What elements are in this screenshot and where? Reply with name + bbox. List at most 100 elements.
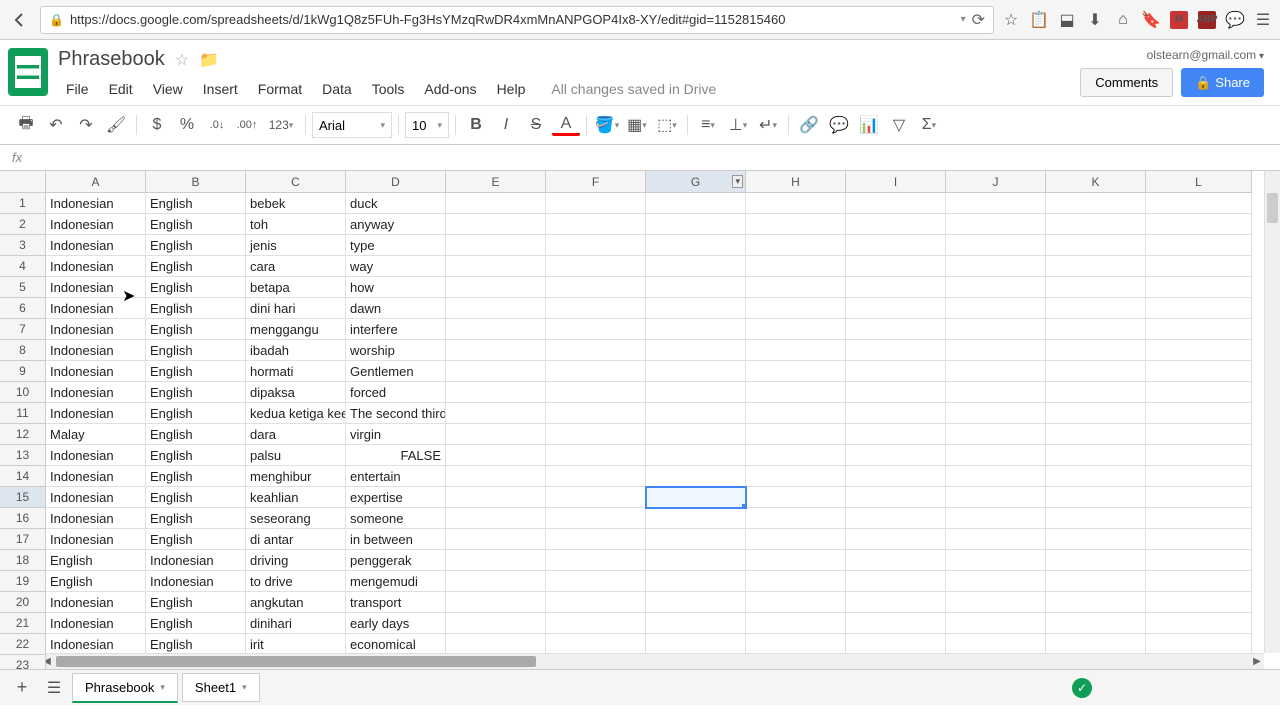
cell-K5[interactable] (1046, 277, 1146, 298)
hscroll-right-icon[interactable]: ▶ (1250, 654, 1264, 669)
menu-addons[interactable]: Add-ons (416, 77, 484, 101)
cell-K4[interactable] (1046, 256, 1146, 277)
column-header-A[interactable]: A (46, 171, 146, 193)
cell-C12[interactable]: dara (246, 424, 346, 445)
cell-G10[interactable] (646, 382, 746, 403)
cell-H6[interactable] (746, 298, 846, 319)
move-folder-icon[interactable]: 📁 (199, 50, 219, 70)
cell-H11[interactable] (746, 403, 846, 424)
row-header-1[interactable]: 1 (0, 193, 46, 214)
cell-J10[interactable] (946, 382, 1046, 403)
cell-A21[interactable]: Indonesian (46, 613, 146, 634)
cell-D9[interactable]: Gentlemen (346, 361, 446, 382)
cell-L18[interactable] (1146, 550, 1252, 571)
column-header-H[interactable]: H (746, 171, 846, 193)
column-header-B[interactable]: B (146, 171, 246, 193)
cell-L11[interactable] (1146, 403, 1252, 424)
cell-F11[interactable] (546, 403, 646, 424)
cell-C4[interactable]: cara (246, 256, 346, 277)
cell-A2[interactable]: Indonesian (46, 214, 146, 235)
cell-G17[interactable] (646, 529, 746, 550)
cell-G20[interactable] (646, 592, 746, 613)
cell-H19[interactable] (746, 571, 846, 592)
cell-L6[interactable] (1146, 298, 1252, 319)
strikethrough-button[interactable]: S (522, 111, 550, 139)
cell-L7[interactable] (1146, 319, 1252, 340)
cell-A18[interactable]: English (46, 550, 146, 571)
cell-J17[interactable] (946, 529, 1046, 550)
font-size-select[interactable]: 10▾ (405, 112, 449, 138)
cell-B10[interactable]: English (146, 382, 246, 403)
cell-E4[interactable] (446, 256, 546, 277)
cell-K21[interactable] (1046, 613, 1146, 634)
cell-A14[interactable]: Indonesian (46, 466, 146, 487)
column-dropdown-icon[interactable]: ▾ (732, 175, 743, 188)
cell-G15[interactable] (646, 487, 746, 508)
column-header-C[interactable]: C (246, 171, 346, 193)
row-header-19[interactable]: 19 (0, 571, 46, 592)
cell-G2[interactable] (646, 214, 746, 235)
cell-J12[interactable] (946, 424, 1046, 445)
cell-F16[interactable] (546, 508, 646, 529)
menu-help[interactable]: Help (489, 77, 534, 101)
cell-A1[interactable]: Indonesian (46, 193, 146, 214)
cell-A7[interactable]: Indonesian (46, 319, 146, 340)
cell-J16[interactable] (946, 508, 1046, 529)
row-header-17[interactable]: 17 (0, 529, 46, 550)
cell-L19[interactable] (1146, 571, 1252, 592)
cell-H14[interactable] (746, 466, 846, 487)
cell-D13[interactable]: FALSE (346, 445, 446, 466)
font-select[interactable]: Arial▾ (312, 112, 392, 138)
column-header-L[interactable]: L (1146, 171, 1252, 193)
redo-icon[interactable]: ↷ (72, 111, 100, 139)
cell-B21[interactable]: English (146, 613, 246, 634)
cell-D2[interactable]: anyway (346, 214, 446, 235)
cell-D5[interactable]: how (346, 277, 446, 298)
borders-button[interactable]: ▦▾ (623, 111, 651, 139)
cell-K2[interactable] (1046, 214, 1146, 235)
cell-A19[interactable]: English (46, 571, 146, 592)
cell-K18[interactable] (1046, 550, 1146, 571)
cell-F17[interactable] (546, 529, 646, 550)
cell-K9[interactable] (1046, 361, 1146, 382)
cell-D22[interactable]: economical (346, 634, 446, 655)
cell-E12[interactable] (446, 424, 546, 445)
cell-I4[interactable] (846, 256, 946, 277)
cell-J5[interactable] (946, 277, 1046, 298)
cell-L1[interactable] (1146, 193, 1252, 214)
cell-E5[interactable] (446, 277, 546, 298)
cell-G12[interactable] (646, 424, 746, 445)
cell-F9[interactable] (546, 361, 646, 382)
cell-B15[interactable]: English (146, 487, 246, 508)
cell-C13[interactable]: palsu (246, 445, 346, 466)
cell-I20[interactable] (846, 592, 946, 613)
cell-D6[interactable]: dawn (346, 298, 446, 319)
cell-A16[interactable]: Indonesian (46, 508, 146, 529)
cell-E17[interactable] (446, 529, 546, 550)
cell-G11[interactable] (646, 403, 746, 424)
cell-G8[interactable] (646, 340, 746, 361)
reload-icon[interactable]: ⟳ (972, 10, 985, 30)
row-header-23[interactable]: 23 (0, 655, 46, 669)
cell-C6[interactable]: dini hari (246, 298, 346, 319)
cell-E16[interactable] (446, 508, 546, 529)
cell-K8[interactable] (1046, 340, 1146, 361)
cell-L15[interactable] (1146, 487, 1252, 508)
row-header-12[interactable]: 12 (0, 424, 46, 445)
cell-G13[interactable] (646, 445, 746, 466)
percent-button[interactable]: % (173, 111, 201, 139)
cell-L3[interactable] (1146, 235, 1252, 256)
cell-D18[interactable]: penggerak (346, 550, 446, 571)
cell-K3[interactable] (1046, 235, 1146, 256)
cell-E3[interactable] (446, 235, 546, 256)
cell-B14[interactable]: English (146, 466, 246, 487)
cell-H3[interactable] (746, 235, 846, 256)
cell-H12[interactable] (746, 424, 846, 445)
cell-F21[interactable] (546, 613, 646, 634)
sheet-tab-sheet1[interactable]: Sheet1▾ (182, 673, 260, 702)
cell-I18[interactable] (846, 550, 946, 571)
cell-K10[interactable] (1046, 382, 1146, 403)
cell-K13[interactable] (1046, 445, 1146, 466)
cell-F6[interactable] (546, 298, 646, 319)
cell-J4[interactable] (946, 256, 1046, 277)
